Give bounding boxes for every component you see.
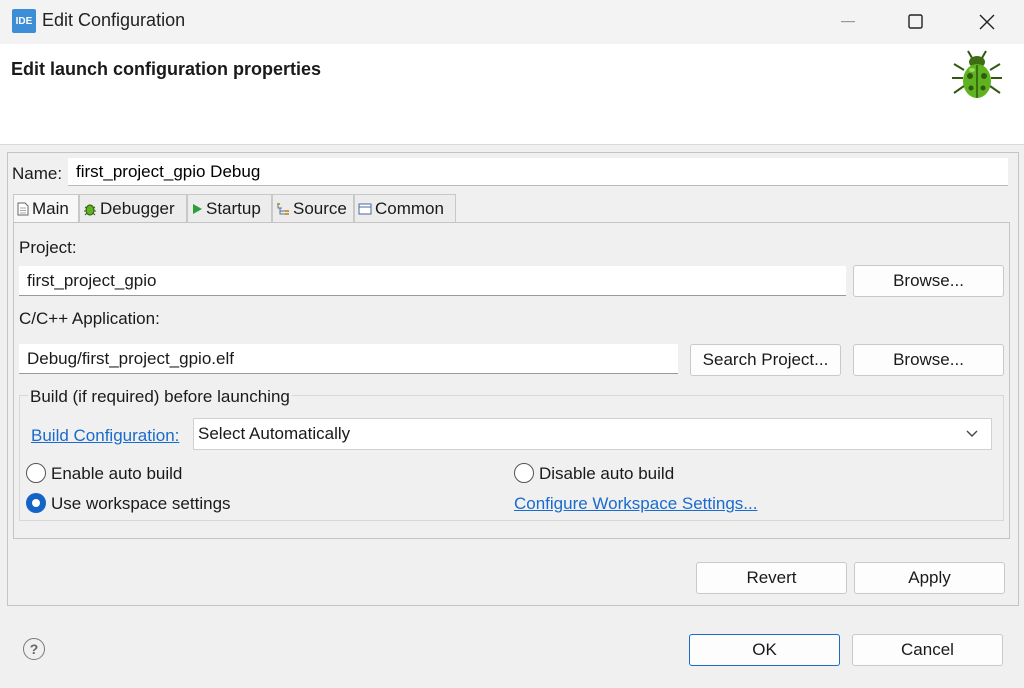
application-field[interactable]: [19, 344, 678, 374]
build-configuration-link[interactable]: Build Configuration:: [31, 426, 179, 446]
window-title: Edit Configuration: [42, 10, 186, 30]
tab-label: Source: [293, 198, 347, 218]
apply-button[interactable]: Apply: [854, 562, 1005, 594]
close-icon: [979, 14, 995, 30]
tab-label: Startup: [206, 198, 261, 218]
use-workspace-settings-radio[interactable]: [26, 493, 46, 513]
name-field[interactable]: [68, 158, 1008, 186]
chevron-down-icon: [966, 430, 978, 437]
bug-icon: [84, 204, 96, 215]
revert-button[interactable]: Revert: [696, 562, 847, 594]
build-configuration-value: Select Automatically: [198, 424, 351, 443]
name-label: Name:: [12, 164, 63, 183]
tab-label: Main: [32, 198, 69, 218]
enable-auto-build-label: Enable auto build: [51, 464, 183, 483]
tab-main[interactable]: Main: [13, 194, 79, 222]
source-icon: [277, 202, 289, 215]
tab-startup[interactable]: Startup: [187, 194, 272, 222]
document-icon: [17, 202, 29, 215]
play-icon: [193, 203, 202, 214]
tab-debugger[interactable]: Debugger: [79, 194, 187, 222]
build-group-label: Build (if required) before launching: [28, 387, 292, 407]
tab-label: Debugger: [100, 198, 175, 218]
disable-auto-build-label: Disable auto build: [539, 464, 675, 483]
tab-source[interactable]: Source: [272, 194, 354, 222]
maximize-icon: [908, 14, 923, 29]
page-title: Edit launch configuration properties: [11, 59, 322, 79]
bug-icon: [952, 50, 1002, 98]
tab-label: Common: [375, 198, 444, 218]
project-browse-button[interactable]: Browse...: [853, 265, 1004, 297]
minimize-button[interactable]: [825, 0, 871, 44]
maximize-button[interactable]: [893, 0, 939, 44]
enable-auto-build-radio[interactable]: [26, 463, 46, 483]
table-icon: [358, 203, 372, 214]
minimize-icon: [841, 21, 855, 23]
help-icon[interactable]: ?: [23, 638, 45, 660]
project-label: Project:: [19, 238, 77, 257]
project-field[interactable]: [19, 266, 846, 296]
search-project-button[interactable]: Search Project...: [690, 344, 841, 376]
disable-auto-build-radio[interactable]: [514, 463, 534, 483]
application-browse-button[interactable]: Browse...: [853, 344, 1004, 376]
close-button[interactable]: [964, 0, 1010, 44]
configure-workspace-settings-link[interactable]: Configure Workspace Settings...: [514, 494, 757, 514]
build-configuration-select[interactable]: Select Automatically: [193, 418, 992, 450]
tab-common[interactable]: Common: [354, 194, 456, 222]
ok-button[interactable]: OK: [689, 634, 840, 666]
tab-bar: Main Debugger Startup Source Common: [13, 194, 1011, 222]
application-label: C/C++ Application:: [19, 309, 160, 328]
app-icon: IDE: [12, 9, 36, 33]
cancel-button[interactable]: Cancel: [852, 634, 1003, 666]
use-workspace-settings-label: Use workspace settings: [51, 494, 231, 513]
